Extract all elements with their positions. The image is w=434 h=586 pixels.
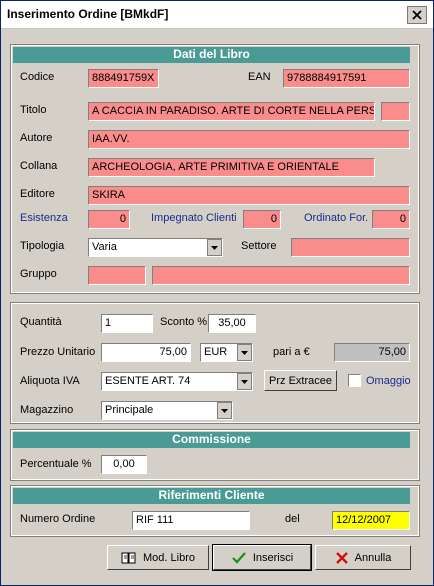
mod-libro-button[interactable]: Mod. Libro (107, 545, 209, 570)
numero-ordine-field[interactable]: RIF 111 (132, 511, 250, 530)
tipologia-value: Varia (92, 241, 117, 253)
gruppo-code-field[interactable] (88, 266, 146, 285)
cancel-x-icon (335, 551, 348, 564)
impegnato-label: Impegnato Clienti (151, 212, 237, 224)
aliquota-value: ESENTE ART. 74 (105, 375, 191, 387)
numero-ordine-label: Numero Ordine (20, 513, 96, 525)
collana-label: Collana (20, 160, 58, 172)
editore-field[interactable]: SKIRA (88, 186, 410, 205)
ordinato-field: 0 (372, 210, 410, 229)
window-title: Inserimento Ordine [BMkdF] (7, 7, 169, 21)
omaggio-checkbox[interactable] (348, 374, 361, 387)
magazzino-value: Principale (105, 404, 154, 416)
titolo-extra-field[interactable] (381, 102, 410, 121)
collana-field[interactable]: ARCHEOLOGIA, ARTE PRIMITIVA E ORIENTALE (88, 158, 375, 177)
date-field[interactable]: 12/12/2007 (332, 511, 410, 530)
sconto-field[interactable]: 35,00 (208, 314, 256, 333)
magazzino-select[interactable]: Principale (101, 401, 233, 420)
titolo-field[interactable]: A CACCIA IN PARADISO. ARTE DI CORTE NELL… (88, 102, 375, 121)
percentuale-field[interactable]: 0,00 (101, 455, 147, 474)
esistenza-label: Esistenza (20, 212, 68, 224)
checkmark-icon (232, 551, 246, 564)
quantita-field[interactable]: 1 (101, 314, 153, 333)
book-icon (121, 552, 136, 563)
prezzo-label: Prezzo Unitario (20, 346, 96, 358)
ean-label: EAN (248, 71, 271, 83)
prezzo-field[interactable]: 75,00 (101, 343, 191, 362)
inserisci-button[interactable]: Inserisci (212, 544, 312, 571)
codice-label: Codice (20, 71, 55, 83)
chevron-down-icon[interactable] (217, 402, 232, 419)
customer-ref-header: Riferimenti Cliente (13, 488, 410, 504)
chevron-down-icon[interactable] (237, 344, 252, 361)
title-bar: Inserimento Ordine [BMkdF] (1, 1, 433, 29)
valuta-value: EUR (204, 346, 228, 358)
ean-field[interactable]: 9788884917591 (283, 69, 410, 88)
prz-extracee-label: Prz Extracee (269, 374, 332, 387)
tipologia-select[interactable]: Varia (88, 238, 223, 257)
ordinato-label: Ordinato For. (304, 212, 369, 224)
quantita-label: Quantità (20, 316, 62, 328)
gruppo-desc-field[interactable] (152, 266, 410, 285)
tipologia-label: Tipologia (20, 240, 65, 252)
settore-label: Settore (241, 240, 277, 252)
valuta-select[interactable]: EUR (200, 343, 253, 362)
annulla-label: Annulla (354, 551, 392, 564)
close-button[interactable] (407, 6, 427, 24)
commission-header: Commissione (13, 432, 410, 448)
pari-field: 75,00 (334, 343, 410, 362)
pari-label: pari a € (273, 346, 310, 358)
impegnato-field: 0 (243, 210, 281, 229)
esistenza-field: 0 (88, 210, 130, 229)
chevron-down-icon[interactable] (237, 373, 252, 390)
annulla-button[interactable]: Annulla (315, 545, 411, 570)
del-label: del (285, 513, 300, 525)
omaggio-label: Omaggio (366, 375, 411, 387)
gruppo-label: Gruppo (20, 268, 57, 280)
book-data-header: Dati del Libro (13, 47, 410, 63)
titolo-label: Titolo (20, 104, 47, 116)
prz-extracee-button[interactable]: Prz Extracee (264, 370, 337, 391)
mod-libro-label: Mod. Libro (143, 551, 195, 564)
codice-field[interactable]: 888491759X (88, 69, 159, 88)
autore-label: Autore (20, 132, 53, 144)
settore-field[interactable] (291, 238, 410, 257)
editore-label: Editore (20, 188, 55, 200)
order-dialog: Inserimento Ordine [BMkdF] Dati del Libr… (0, 0, 434, 586)
chevron-down-icon[interactable] (207, 239, 222, 256)
autore-field[interactable]: IAA.VV. (88, 130, 410, 149)
aliquota-select[interactable]: ESENTE ART. 74 (101, 372, 253, 391)
percentuale-label: Percentuale % (20, 458, 92, 470)
sconto-label: Sconto % (160, 316, 208, 328)
aliquota-label: Aliquota IVA (20, 375, 80, 387)
inserisci-label: Inserisci (252, 551, 294, 564)
close-icon (412, 10, 422, 20)
magazzino-label: Magazzino (20, 404, 74, 416)
